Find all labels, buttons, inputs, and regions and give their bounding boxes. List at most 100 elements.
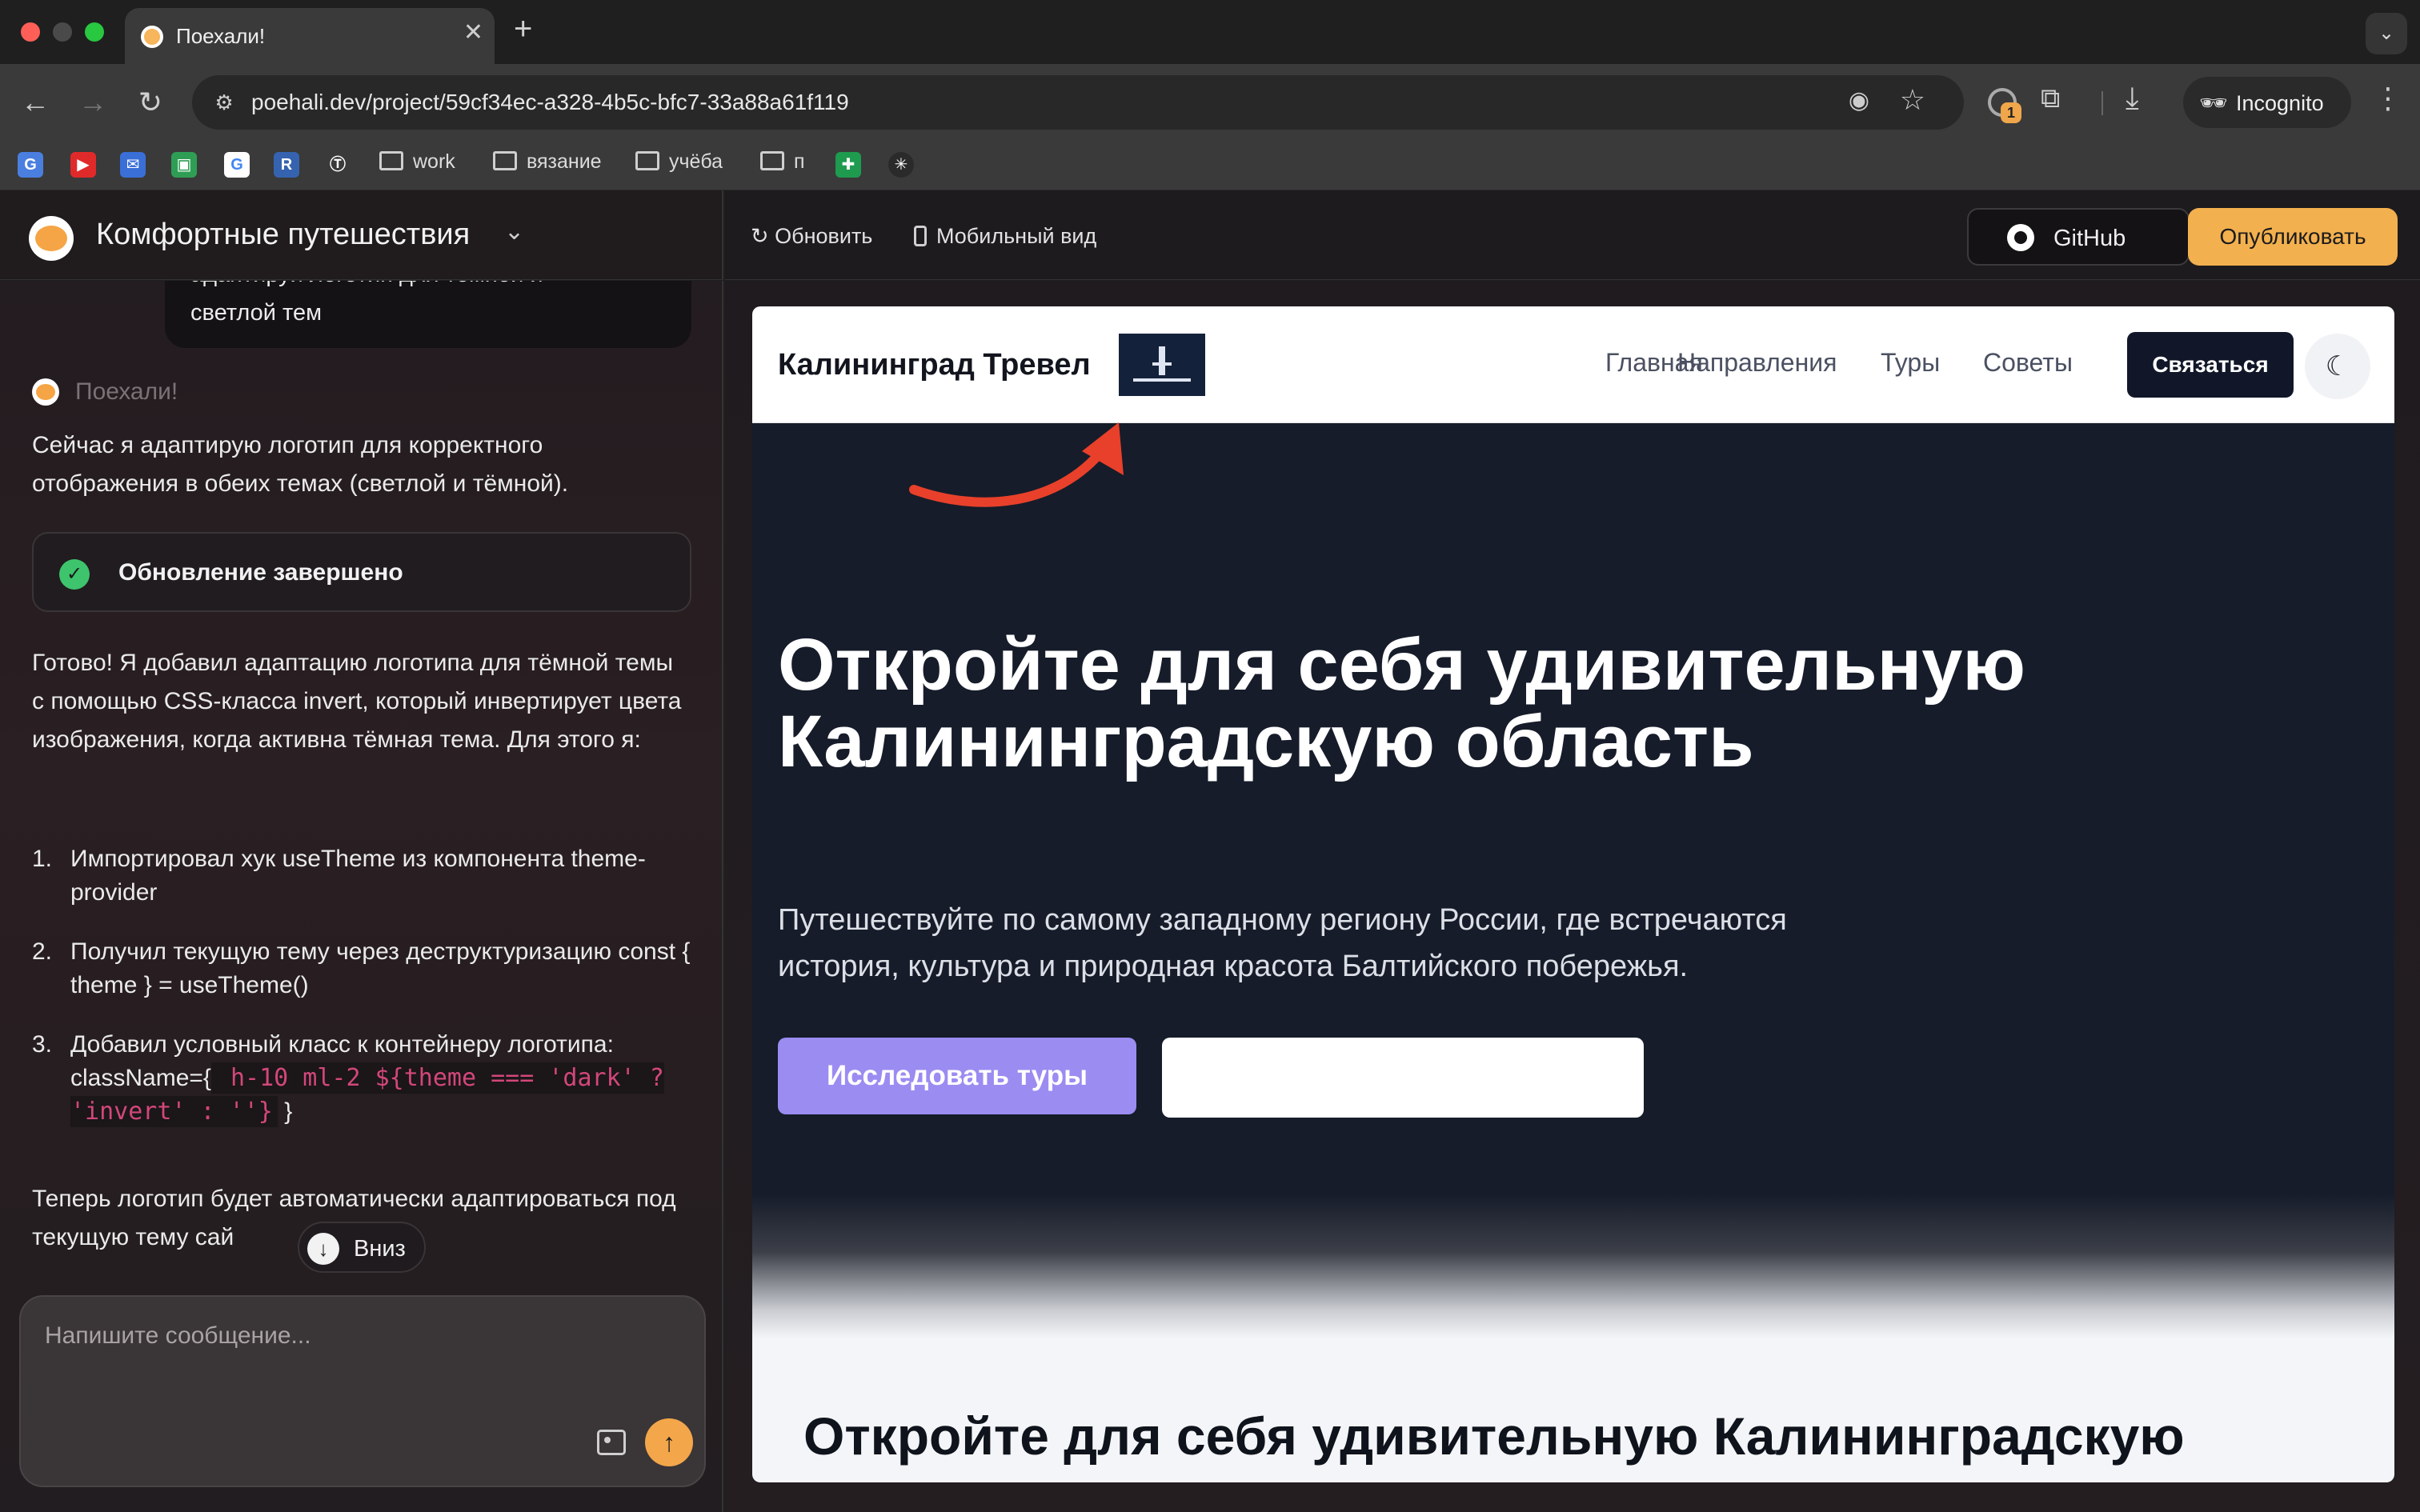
tab-search-chevron-icon[interactable]: ⌄ — [2366, 13, 2407, 54]
eye-slash-icon[interactable]: ◉ — [1849, 86, 1869, 114]
list-item: 2. Получил текущую тему через деструктур… — [32, 935, 696, 1002]
project-name[interactable]: Комфортные путешествия — [96, 218, 470, 252]
step-number: 2. — [32, 938, 53, 965]
message-input[interactable] — [45, 1318, 669, 1354]
hero-subtitle: Путешествуйте по самому западному регион… — [778, 903, 1787, 983]
mail-icon[interactable]: ✉ — [120, 152, 146, 178]
attach-image-icon[interactable] — [597, 1430, 626, 1455]
scroll-down-button[interactable]: ↓ Вниз — [298, 1222, 426, 1273]
folder-label: вязание — [527, 150, 602, 173]
window-minimize-button[interactable] — [53, 22, 72, 42]
address-url[interactable]: poehali.dev/project/59cf34ec-a328-4b5c-b… — [251, 90, 849, 115]
arrow-down-icon: ↓ — [307, 1233, 339, 1265]
annotation-arrow-icon — [909, 422, 1124, 507]
project-header: Комфортные путешествия ⌄ — [0, 190, 723, 280]
incognito-profile-button[interactable]: 🕶 Incognito — [2183, 77, 2351, 128]
hero-title: Откройте для себя удивительную Калинингр… — [778, 624, 2025, 782]
browser-menu-icon[interactable]: ⋮ — [2374, 82, 2402, 115]
bookmark-star-icon[interactable]: ☆ — [1900, 83, 1925, 117]
refresh-icon: ↻ — [751, 224, 775, 248]
google-translate-icon[interactable]: G — [18, 152, 43, 178]
explore-tours-button[interactable]: Исследовать туры — [778, 1038, 1136, 1114]
browser-toolbar: ← → ↻ ⚙ poehali.dev/project/59cf34ec-a32… — [0, 64, 2420, 141]
folder-icon — [493, 151, 517, 171]
github-button[interactable]: GitHub — [1967, 208, 2190, 266]
nav-tips[interactable]: Советы — [1983, 348, 2073, 378]
extension-badge: 1 — [2001, 102, 2021, 123]
step-number: 1. — [32, 846, 53, 872]
app-logo-icon[interactable] — [29, 216, 74, 261]
tab-favicon-icon — [141, 26, 163, 48]
site-header: Калининград Тревел Главная Направления Т… — [752, 306, 2394, 423]
steps-list: 1. Импортировал хук useTheme из компонен… — [32, 842, 696, 1154]
user-message-line-2: светлой тем — [190, 300, 323, 326]
perplexity-icon[interactable]: ✳ — [888, 152, 914, 178]
bookmark-folder-p[interactable]: п — [760, 150, 805, 174]
list-item: 1. Импортировал хук useTheme из компонен… — [32, 842, 696, 910]
secondary-button[interactable] — [1162, 1038, 1644, 1118]
r-icon[interactable]: R — [274, 152, 299, 178]
refresh-preview-button[interactable]: ↻ Обновить — [751, 224, 872, 249]
status-card[interactable]: ✓ Обновление завершено — [32, 532, 691, 612]
step-text: Импортировал хук useTheme из компонента … — [70, 846, 646, 906]
back-arrow-icon[interactable]: ← — [16, 83, 54, 122]
chat-panel[interactable]: адаптируй логотип для тёмной и светлой т… — [0, 281, 723, 1512]
chevron-down-icon[interactable]: ⌄ — [504, 218, 524, 246]
section-title: Откройте для себя удивительную Калинингр… — [803, 1406, 2185, 1466]
moon-icon[interactable]: ☾ — [2305, 334, 2370, 399]
status-text: Обновление завершено — [118, 559, 403, 586]
reload-icon[interactable]: ↻ — [131, 83, 170, 122]
github-icon — [2007, 224, 2034, 251]
google-icon[interactable]: G — [224, 152, 250, 178]
assistant-intro: Сейчас я адаптирую логотип для корректно… — [32, 432, 569, 497]
message-composer[interactable]: ↑ — [19, 1295, 706, 1487]
toolbar-divider — [2101, 91, 2103, 115]
browser-tab[interactable]: Поехали! ✕ — [125, 8, 495, 64]
assistant-avatar-icon — [32, 378, 59, 406]
contact-button[interactable]: Связаться — [2127, 332, 2294, 398]
hero-fade — [752, 1194, 2394, 1338]
user-message: адаптируй логотип для тёмной и светлой т… — [165, 281, 691, 348]
address-bar[interactable]: ⚙ poehali.dev/project/59cf34ec-a328-4b5c… — [192, 75, 1964, 130]
mobile-view-button[interactable]: Мобильный вид — [914, 224, 1096, 249]
step-number: 3. — [32, 1031, 53, 1058]
folder-label: учёба — [669, 150, 723, 173]
content-section: Откройте для себя удивительную Калинингр… — [752, 1338, 2394, 1482]
new-tab-icon[interactable]: + — [514, 13, 532, 45]
tab-close-icon[interactable]: ✕ — [463, 21, 483, 45]
bookmark-folder-knitting[interactable]: вязание — [493, 150, 602, 174]
mobile-view-label: Мобильный вид — [936, 224, 1097, 248]
extensions-puzzle-icon[interactable]: ⧉ — [2041, 83, 2060, 114]
window-zoom-button[interactable] — [85, 22, 104, 42]
incognito-icon: 🕶 — [2199, 90, 2228, 115]
folder-label: п — [794, 150, 805, 173]
bookmark-folder-study[interactable]: учёба — [635, 150, 723, 174]
preview-toolbar: ↻ Обновить Мобильный вид GitHub Опублико… — [725, 190, 2420, 280]
nav-destinations[interactable]: Направления — [1677, 348, 1837, 378]
logo-caption — [1133, 378, 1191, 382]
site-settings-icon[interactable]: ⚙ — [210, 88, 238, 117]
user-message-line-1: адаптируй логотип для тёмной и — [190, 281, 543, 294]
browser-tab-bar: Поехали! ✕ + ⌄ — [0, 0, 2420, 64]
scroll-down-label: Вниз — [354, 1236, 406, 1262]
bookmark-folder-work[interactable]: work — [379, 150, 455, 174]
sheets-icon[interactable]: ✚ — [835, 152, 861, 178]
youtube-icon[interactable]: ▶ — [70, 152, 96, 178]
nav-tours[interactable]: Туры — [1881, 348, 1940, 378]
lighthouse-icon — [1152, 346, 1172, 375]
forward-arrow-icon[interactable]: → — [74, 83, 112, 122]
step-text: Получил текущую тему через деструктуриза… — [70, 938, 691, 998]
download-icon[interactable]: ⤓ — [2126, 82, 2139, 116]
send-button[interactable]: ↑ — [645, 1418, 693, 1466]
folder-label: work — [413, 150, 455, 173]
t-icon[interactable]: Ⓣ — [325, 152, 351, 178]
bookmarks-bar: G ▶ ✉ ▣ G R Ⓣ work вязание учёба п ✚ ✳ — [0, 141, 2420, 190]
assistant-name: Поехали! — [75, 378, 178, 405]
site-logo-image[interactable] — [1119, 334, 1205, 396]
check-circle-icon: ✓ — [59, 559, 90, 590]
meet-icon[interactable]: ▣ — [171, 152, 197, 178]
site-brand[interactable]: Калининград Тревел — [778, 348, 1091, 382]
publish-button[interactable]: Опубликовать — [2188, 208, 2398, 266]
window-close-button[interactable] — [21, 22, 40, 42]
list-item: 3. Добавил условный класс к контейнеру л… — [32, 1028, 696, 1129]
